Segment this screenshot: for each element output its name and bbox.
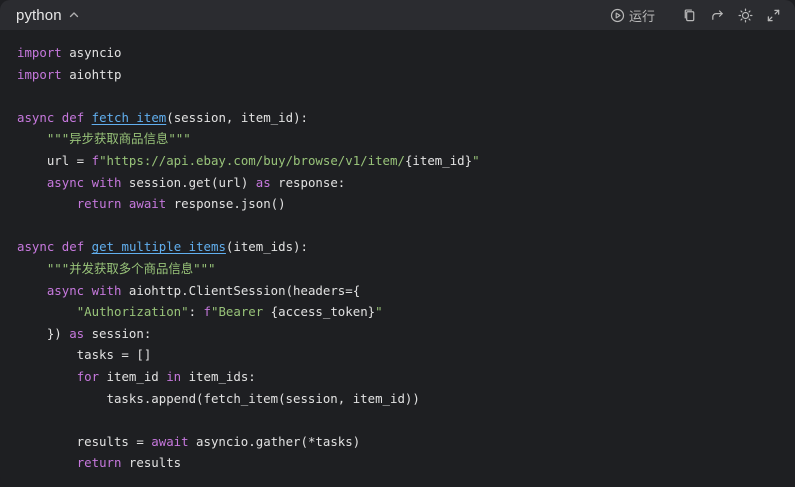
code-token-plain: results bbox=[121, 455, 182, 471]
code-block: python 运行 import asyncio import aiohttp … bbox=[0, 0, 795, 487]
code-token-kw: with bbox=[91, 174, 122, 190]
code-token-kw: import bbox=[17, 66, 62, 82]
code-token-plain: tasks.append(fetch_item(session, item_id… bbox=[17, 390, 420, 406]
code-token-str: "Bearer bbox=[210, 304, 271, 320]
code-line: async with aiohttp.ClientSession(headers… bbox=[17, 280, 795, 302]
code-token-str: " bbox=[472, 152, 480, 168]
code-token-plain: response: bbox=[270, 174, 346, 190]
code-token-str: """并发获取多个商品信息""" bbox=[46, 260, 216, 276]
code-token-plain: aiohttp.ClientSession(headers={ bbox=[121, 282, 361, 298]
code-line: "Authorization": f"Bearer {access_token}… bbox=[17, 301, 795, 323]
code-token-kw: f bbox=[91, 152, 100, 168]
code-token-kw: await bbox=[128, 196, 167, 212]
code-token-plain: {item_id} bbox=[404, 152, 473, 168]
code-token-fn: fetch_item bbox=[91, 109, 167, 125]
code-line: url = f"https://api.ebay.com/buy/browse/… bbox=[17, 150, 795, 172]
code-line: return await response.json() bbox=[17, 193, 795, 215]
code-token-plain: aiohttp bbox=[61, 66, 122, 82]
code-token-kw: as bbox=[69, 325, 85, 341]
code-line: return results bbox=[17, 452, 795, 474]
code-token-kw: def bbox=[61, 239, 85, 255]
code-line: """异步获取商品信息""" bbox=[17, 128, 795, 150]
play-circle-icon bbox=[610, 8, 625, 23]
code-token-str: "https://api.ebay.com/buy/browse/v1/item… bbox=[99, 152, 405, 168]
code-line: }) as session: bbox=[17, 323, 795, 345]
run-label: 运行 bbox=[628, 9, 655, 25]
code-token-kw: import bbox=[17, 45, 62, 60]
code-token-plain: session: bbox=[84, 325, 152, 341]
code-token-plain: {access_token} bbox=[270, 304, 376, 320]
code-content[interactable]: import asyncio import aiohttp async def f… bbox=[0, 30, 795, 474]
code-token-plain: asyncio.gather(*tasks) bbox=[188, 433, 361, 449]
code-line: import asyncio bbox=[17, 42, 795, 64]
code-token-str: """异步获取商品信息""" bbox=[46, 131, 191, 147]
code-token-kw: for bbox=[76, 368, 100, 384]
run-button[interactable]: 运行 bbox=[610, 6, 655, 25]
code-line: async def fetch_item(session, item_id): bbox=[17, 107, 795, 129]
code-token-kw: f bbox=[203, 304, 211, 320]
code-token-kw: as bbox=[255, 174, 271, 190]
code-token-plain: item_id bbox=[99, 368, 167, 384]
code-token-kw: with bbox=[91, 282, 122, 298]
code-token-plain: }) bbox=[17, 325, 70, 341]
code-token-plain: results = bbox=[17, 433, 152, 449]
code-token-kw: def bbox=[61, 109, 85, 125]
code-token-fn: get_multiple_items bbox=[91, 239, 226, 255]
code-token-plain: url = bbox=[17, 152, 92, 168]
sun-icon[interactable] bbox=[737, 7, 753, 23]
code-token-plain: (item_ids): bbox=[225, 239, 308, 255]
code-line: results = await asyncio.gather(*tasks) bbox=[17, 431, 795, 453]
code-token-plain: asyncio bbox=[61, 45, 122, 60]
chevron-up-icon bbox=[68, 9, 80, 21]
code-token-plain: session.get(url) bbox=[121, 174, 256, 190]
code-token-kw: await bbox=[151, 433, 189, 449]
language-toggle[interactable]: python bbox=[16, 7, 80, 24]
code-token-plain: response.json() bbox=[166, 196, 286, 212]
redo-arrow-icon[interactable] bbox=[709, 7, 725, 23]
code-line: tasks = [] bbox=[17, 344, 795, 366]
code-token-kw: async bbox=[46, 174, 85, 190]
code-token-kw: async bbox=[46, 282, 85, 298]
code-line: async def get_multiple_items(item_ids): bbox=[17, 236, 795, 258]
code-line: for item_id in item_ids: bbox=[17, 366, 795, 388]
code-token-kw: async bbox=[17, 239, 55, 255]
expand-icon[interactable] bbox=[765, 7, 781, 23]
code-token-kw: return bbox=[76, 196, 122, 212]
code-token-plain: (session, item_id): bbox=[166, 109, 308, 125]
code-token-str: "Authorization" bbox=[76, 304, 189, 320]
copy-icon[interactable] bbox=[681, 7, 697, 23]
code-line: tasks.append(fetch_item(session, item_id… bbox=[17, 388, 795, 410]
code-token-kw: async bbox=[17, 109, 55, 125]
code-token-plain: item_ids: bbox=[181, 368, 256, 384]
code-token-str: " bbox=[375, 304, 383, 320]
language-label: python bbox=[16, 6, 62, 24]
code-token-plain: tasks = [] bbox=[17, 347, 152, 363]
code-line: """并发获取多个商品信息""" bbox=[17, 258, 795, 280]
code-token-kw: return bbox=[76, 455, 122, 471]
code-line: async with session.get(url) as response: bbox=[17, 172, 795, 194]
code-line: import aiohttp bbox=[17, 64, 795, 86]
code-token-kw: in bbox=[166, 368, 182, 384]
code-block-header: python 运行 bbox=[0, 0, 795, 30]
code-toolbar: 运行 bbox=[610, 6, 781, 25]
code-token-plain: : bbox=[188, 304, 204, 320]
